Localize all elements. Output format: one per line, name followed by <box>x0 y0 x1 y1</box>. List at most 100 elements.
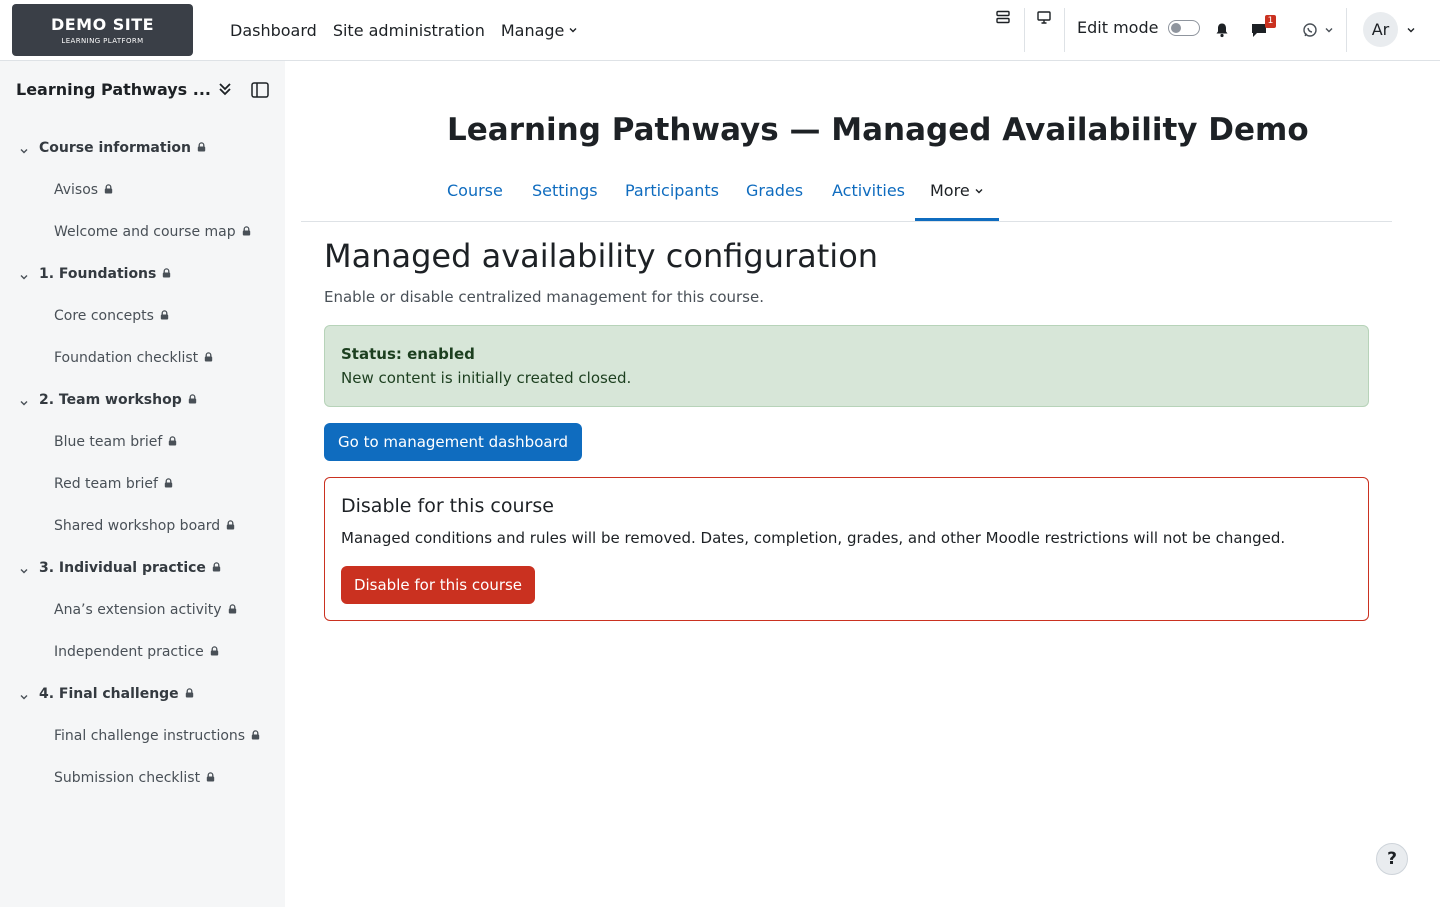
lock-icon <box>164 476 173 492</box>
chevron-down-icon[interactable] <box>19 396 29 412</box>
user-menu-toggle[interactable] <box>1404 22 1418 38</box>
disable-course-panel: Disable for this course Managed conditio… <box>324 477 1369 621</box>
course-index-toggle[interactable] <box>993 8 1013 26</box>
close-course-index-button[interactable] <box>251 82 269 102</box>
status-title: Status: enabled <box>341 345 475 363</box>
sidebar-activity-item[interactable]: Submission checklist <box>54 770 215 786</box>
primary-navigation: Dashboard Site administration Manage <box>222 0 586 60</box>
top-navbar: DEMO SITE LEARNING PLATFORM Dashboard Si… <box>0 0 1440 61</box>
site-logo[interactable]: DEMO SITE LEARNING PLATFORM <box>12 4 193 56</box>
disable-panel-description: Managed conditions and rules will be rem… <box>341 529 1286 547</box>
whatsapp-icon <box>1303 23 1317 37</box>
navbar-divider <box>1346 8 1347 52</box>
sidebar-activity-item[interactable]: Independent practice <box>54 644 219 660</box>
help-button[interactable]: ? <box>1376 843 1408 875</box>
page-description: Enable or disable centralized management… <box>324 288 764 306</box>
lock-icon <box>197 140 206 156</box>
sidebar-activity-item[interactable]: Core concepts <box>54 308 169 324</box>
status-detail: New content is initially created closed. <box>341 369 632 387</box>
course-title: Learning Pathways — Managed Availability… <box>447 112 1309 148</box>
logo-subtitle: LEARNING PLATFORM <box>61 37 144 45</box>
go-to-dashboard-button[interactable]: Go to management dashboard <box>324 423 582 461</box>
sidebar-section[interactable]: 4. Final challenge <box>20 686 194 702</box>
chevron-down-icon <box>1407 28 1415 33</box>
chevron-down-icon[interactable] <box>19 144 29 160</box>
activity-label: Submission checklist <box>54 770 201 786</box>
edit-mode-label: Edit mode <box>1077 18 1159 37</box>
tab-course[interactable]: Course <box>447 181 503 200</box>
sidebar-activity-item[interactable]: Ana’s extension activity <box>54 602 237 618</box>
lock-icon <box>168 434 177 450</box>
notifications-button[interactable] <box>1212 20 1232 40</box>
lock-icon <box>242 224 251 240</box>
sidebar-panel-icon <box>251 82 269 98</box>
lock-icon <box>226 518 235 534</box>
disable-for-course-button[interactable]: Disable for this course <box>341 566 535 604</box>
sidebar-activity-item[interactable]: Blue team brief <box>54 434 177 450</box>
double-chevron-down-icon <box>219 83 231 96</box>
course-index-drawer: Learning Pathways ... Course information… <box>0 61 285 907</box>
sidebar-activity-item[interactable]: Shared workshop board <box>54 518 235 534</box>
tab-settings[interactable]: Settings <box>532 181 598 200</box>
lock-icon <box>210 644 219 660</box>
sidebar-activity-item[interactable]: Red team brief <box>54 476 173 492</box>
chevron-down-icon[interactable] <box>19 564 29 580</box>
section-label: 1. Foundations <box>39 266 157 282</box>
nav-manage[interactable]: Manage <box>493 21 587 40</box>
collapse-all-button[interactable] <box>216 80 234 102</box>
navbar-divider <box>1064 8 1065 52</box>
activity-label: Final challenge instructions <box>54 728 246 744</box>
lock-icon <box>251 728 260 744</box>
tab-activities[interactable]: Activities <box>832 181 905 200</box>
logo-title: DEMO SITE <box>50 15 155 34</box>
list-stack-icon <box>996 10 1010 24</box>
tab-grades[interactable]: Grades <box>746 181 803 200</box>
sidebar-activity-item[interactable]: Avisos <box>54 182 113 198</box>
activity-label: Welcome and course map <box>54 224 236 240</box>
lock-icon <box>185 686 194 702</box>
nav-site-administration[interactable]: Site administration <box>325 21 493 40</box>
block-drawer-toggle[interactable] <box>1034 8 1054 26</box>
lock-icon <box>204 350 213 366</box>
lock-icon <box>212 560 221 576</box>
lock-icon <box>104 182 113 198</box>
sidebar-section[interactable]: 2. Team workshop <box>20 392 197 408</box>
tab-more[interactable]: More <box>930 181 984 200</box>
sidebar-section[interactable]: 3. Individual practice <box>20 560 221 576</box>
tab-more-label: More <box>930 181 970 200</box>
sidebar-activity-item[interactable]: Welcome and course map <box>54 224 251 240</box>
toggle-knob <box>1171 22 1182 33</box>
monitor-icon <box>1037 10 1051 24</box>
activity-label: Blue team brief <box>54 434 163 450</box>
nav-dashboard[interactable]: Dashboard <box>222 21 325 40</box>
nav-manage-label: Manage <box>500 20 565 40</box>
status-alert: Status: enabled New content is initially… <box>324 325 1369 407</box>
chevron-down-icon <box>1325 28 1333 33</box>
chevron-down-icon[interactable] <box>19 690 29 706</box>
user-avatar[interactable]: Ar <box>1363 12 1398 47</box>
activity-label: Red team brief <box>54 476 158 492</box>
whatsapp-menu[interactable] <box>1300 20 1336 40</box>
section-label: 4. Final challenge <box>39 686 179 702</box>
chevron-down-icon[interactable] <box>19 270 29 286</box>
edit-mode-switch[interactable]: Edit mode <box>1077 18 1201 37</box>
course-secondary-navigation: Course Settings Participants Grades Acti… <box>301 168 1392 222</box>
lock-icon <box>188 392 197 408</box>
activity-label: Avisos <box>54 182 99 198</box>
activity-label: Foundation checklist <box>54 350 199 366</box>
sidebar-activity-item[interactable]: Foundation checklist <box>54 350 213 366</box>
section-label: Course information <box>39 140 191 156</box>
chevron-down-icon <box>975 188 983 193</box>
tab-participants[interactable]: Participants <box>625 181 719 200</box>
sidebar-activity-item[interactable]: Final challenge instructions <box>54 728 260 744</box>
lock-icon <box>206 770 215 786</box>
lock-icon <box>160 308 169 324</box>
sidebar-section[interactable]: Course information <box>20 140 206 156</box>
disable-panel-title: Disable for this course <box>341 495 554 517</box>
section-label: 2. Team workshop <box>39 392 182 408</box>
page-heading: Managed availability configuration <box>324 237 879 275</box>
sidebar-section[interactable]: 1. Foundations <box>20 266 171 282</box>
lock-icon <box>228 602 237 618</box>
bell-icon <box>1216 23 1228 38</box>
edit-mode-toggle[interactable] <box>1168 19 1201 36</box>
